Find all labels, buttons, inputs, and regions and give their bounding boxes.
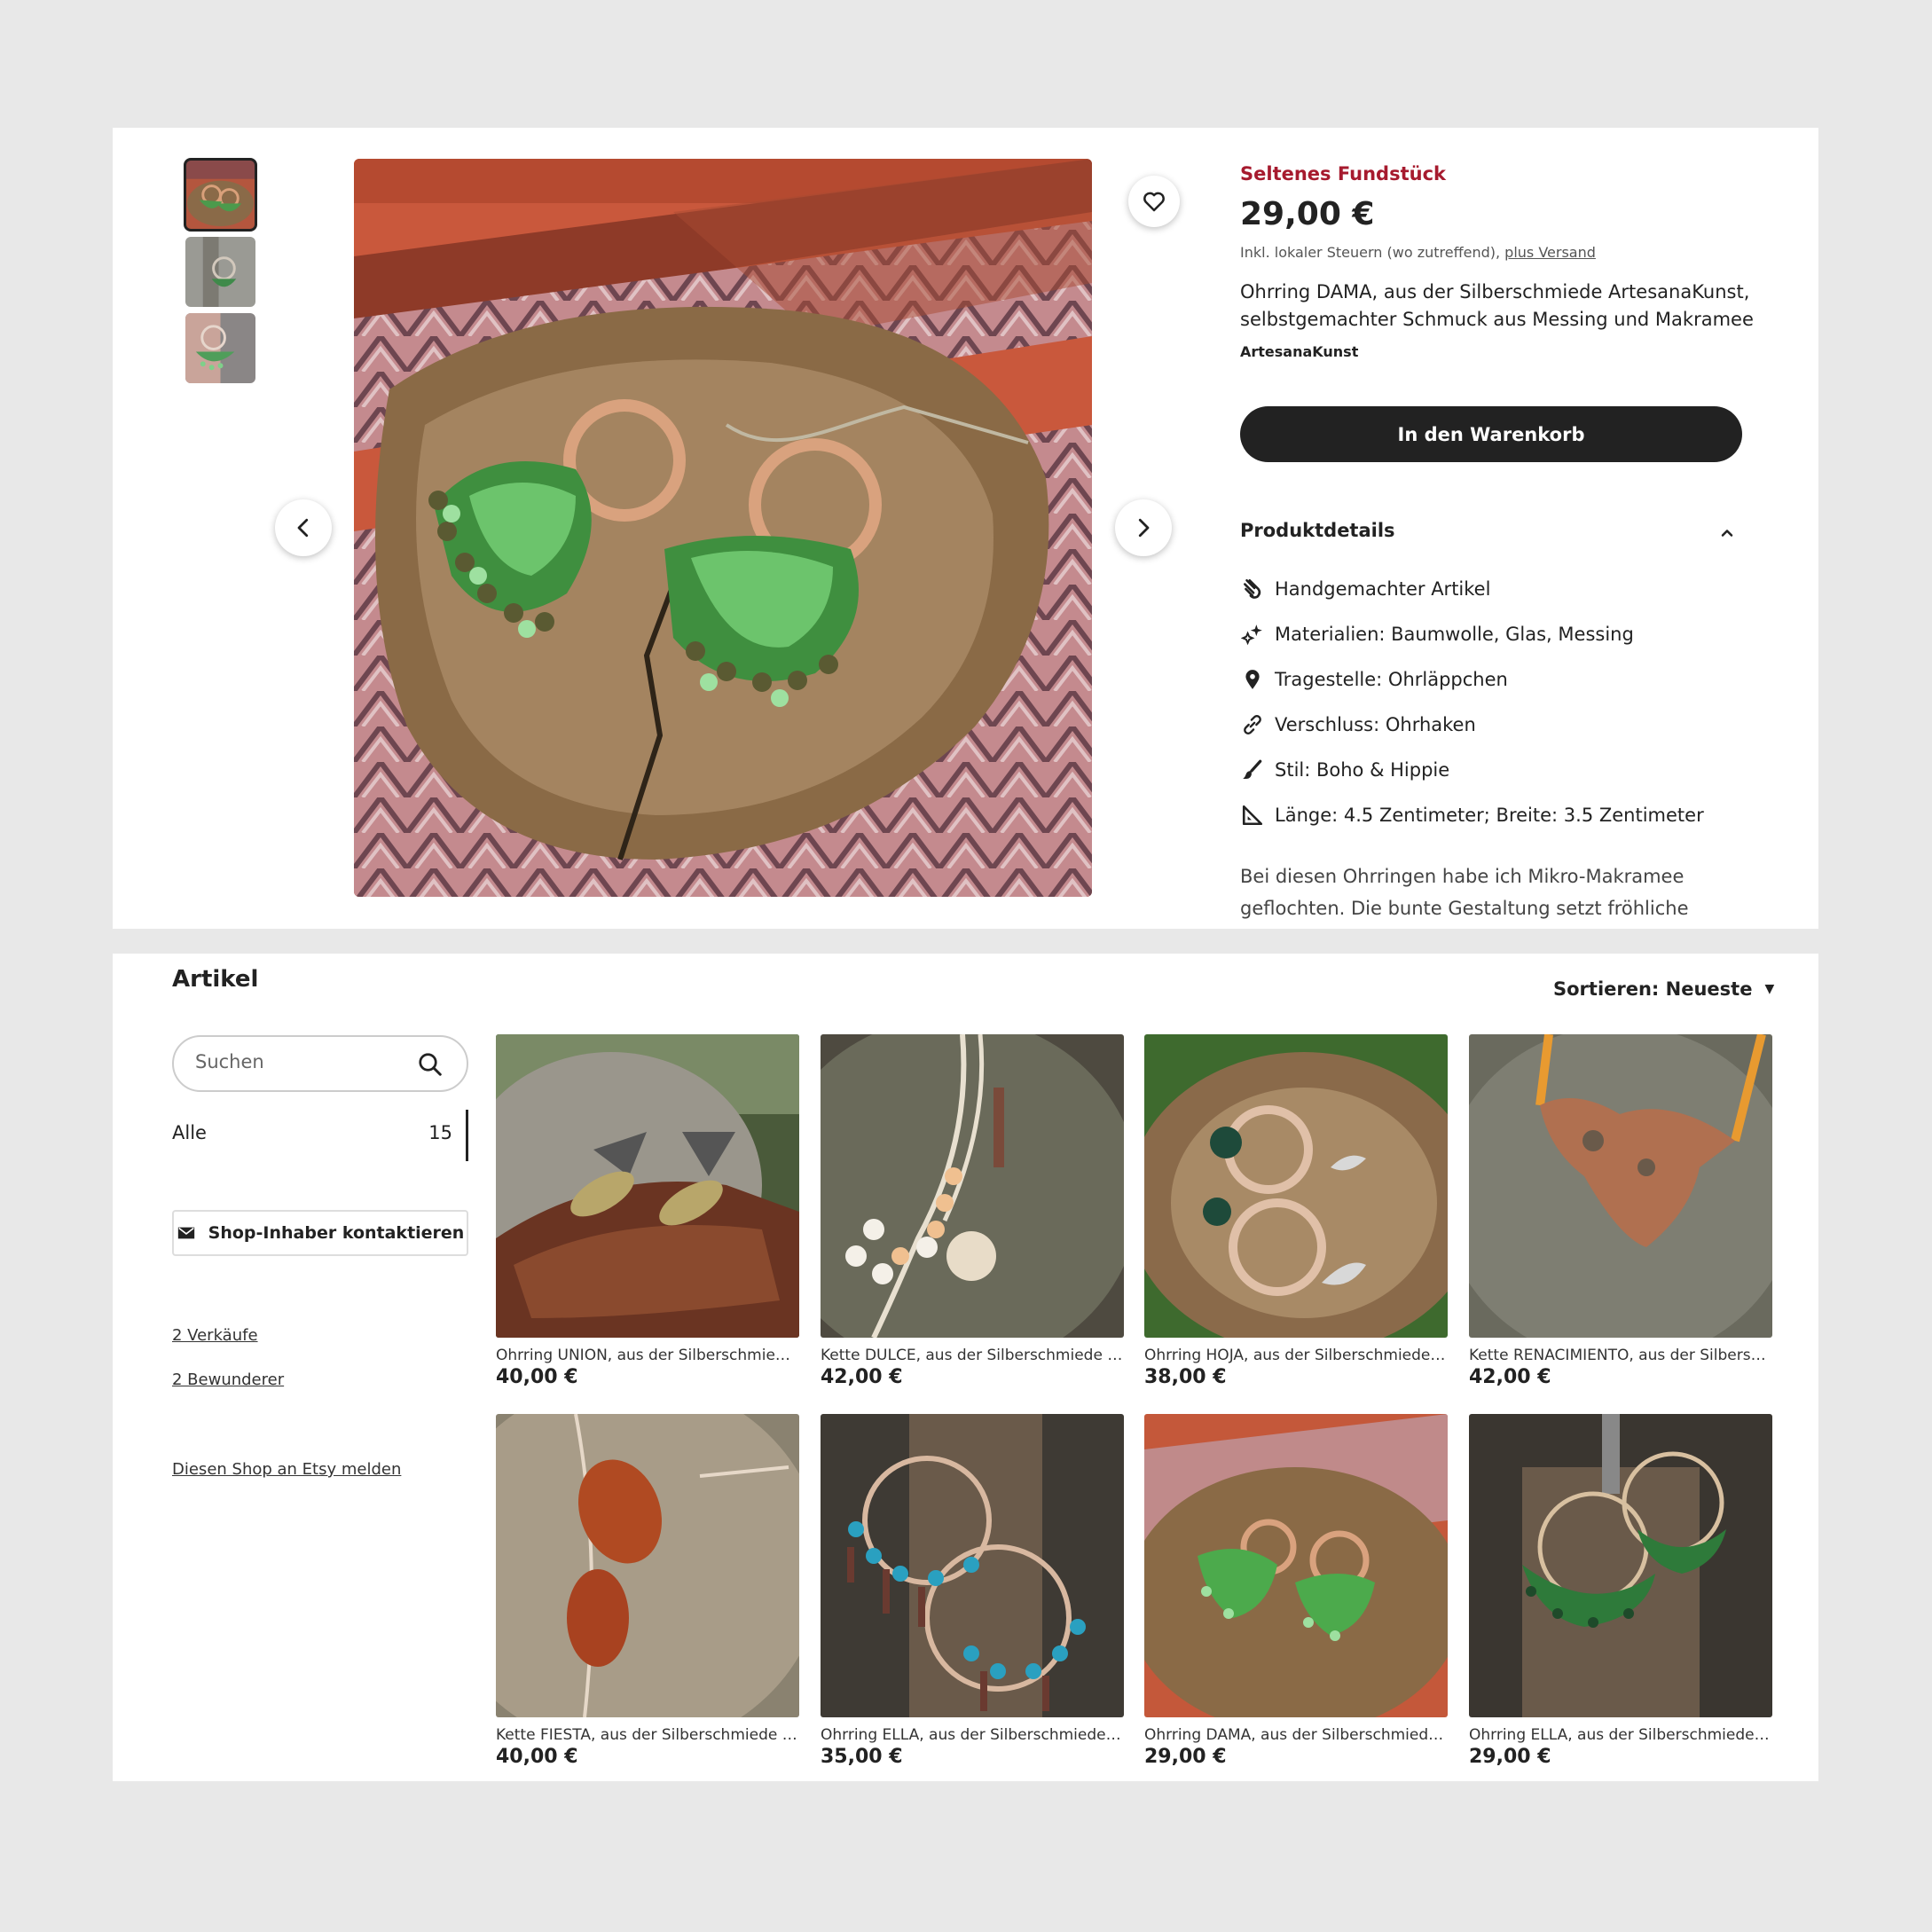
product-card[interactable]: Ohrring ELLA, aus der Silberschmiede Art… [1469,1414,1772,1768]
product-details-toggle[interactable]: Produktdetails [1240,520,1742,541]
detail-dimensions: Länge: 4.5 Zentimeter; Breite: 3.5 Zenti… [1240,803,1704,828]
product-image[interactable] [1144,1034,1448,1338]
detail-placement-text: Tragestelle: Ohrläppchen [1275,669,1508,690]
product-image[interactable] [1469,1034,1772,1338]
detail-closure: Verschluss: Ohrhaken [1240,712,1476,737]
product-card[interactable]: Ohrring ELLA, aus der Silberschmiede Art… [821,1414,1124,1768]
tax-note: Inkl. lokaler Steuern (wo zutreffend), p… [1240,244,1596,261]
product-price: 29,00 € [1469,1746,1551,1768]
thumbnail-1-image [185,160,255,230]
detail-materials-text: Materialien: Baumwolle, Glas, Messing [1275,624,1634,645]
listing-title: Ohrring DAMA, aus der Silberschmiede Art… [1240,281,1754,330]
sort-dropdown[interactable]: Sortieren: Neueste ▼ [1553,978,1774,1000]
contact-button-label: Shop-Inhaber kontaktieren [208,1223,465,1243]
admirers-link[interactable]: 2 Bewunderer [172,1370,284,1389]
thumbnail-1[interactable] [184,158,257,232]
product-name[interactable]: Kette FIESTA, aus der Silberschmiede Art… [496,1726,799,1744]
selected-indicator [466,1110,468,1161]
contact-shop-owner-button[interactable]: Shop-Inhaber kontaktieren [172,1210,468,1256]
product-image[interactable] [821,1034,1124,1338]
detail-dimensions-text: Länge: 4.5 Zentimeter; Breite: 3.5 Zenti… [1275,805,1704,826]
main-product-image [354,159,1092,897]
filter-all-label: Alle [172,1122,207,1143]
next-image-button[interactable] [1115,499,1172,556]
link-chain-icon [1240,712,1265,737]
product-name[interactable]: Ohrring HOJA, aus der Silberschmiede Art… [1144,1347,1448,1364]
product-name[interactable]: Ohrring ELLA, aus der Silberschmiede Art… [821,1726,1124,1744]
shop-search [172,1035,468,1092]
main-product-photo[interactable] [354,159,1092,897]
chevron-up-icon[interactable] [1718,524,1736,542]
product-price: 38,00 € [1144,1366,1227,1388]
product-image[interactable] [496,1414,799,1717]
product-price: 42,00 € [1469,1366,1551,1388]
thumbnail-3-image [185,313,255,383]
product-card[interactable]: Kette FIESTA, aus der Silberschmiede Art… [496,1414,799,1768]
thumbnail-2[interactable] [185,237,255,307]
product-image[interactable] [1469,1414,1772,1717]
search-icon[interactable] [417,1051,444,1078]
listing-price: 29,00 € [1240,196,1375,232]
product-name[interactable]: Ohrring UNION, aus der Silberschmiede Ar… [496,1347,799,1364]
detail-placement: Tragestelle: Ohrläppchen [1240,667,1508,692]
detail-style: Stil: Boho & Hippie [1240,758,1449,782]
chevron-left-icon [297,518,309,538]
listing-description: Bei diesen Ohrringen habe ich Mikro-Makr… [1240,866,1689,919]
envelope-icon [177,1227,194,1239]
product-price: 29,00 € [1144,1746,1227,1768]
product-image[interactable] [821,1414,1124,1717]
product-name[interactable]: Kette DULCE, aus der Silberschmiede Arte… [821,1347,1124,1364]
chevron-right-icon [1138,518,1150,538]
product-image[interactable] [1144,1414,1448,1717]
listing-card: Seltenes Fundstück 29,00 € Inkl. lokaler… [113,128,1818,929]
materials-sparkle-icon [1240,622,1265,647]
category-filter-all[interactable]: Alle 15 [172,1110,468,1161]
sales-link[interactable]: 2 Verkäufe [172,1326,258,1345]
heart-icon [1143,192,1165,212]
paintbrush-icon [1240,758,1265,782]
detail-materials: Materialien: Baumwolle, Glas, Messing [1240,622,1634,647]
detail-handmade: Handgemachter Artikel [1240,577,1490,601]
shop-name-link[interactable]: ArtesanaKunst [1240,343,1358,360]
product-price: 40,00 € [496,1366,578,1388]
product-card[interactable]: Kette RENACIMIENTO, aus der Silberschmie… [1469,1034,1772,1388]
product-card[interactable]: Ohrring DAMA, aus der Silberschmiede Art… [1144,1414,1448,1768]
thumbnail-2-image [185,237,255,307]
add-to-cart-button[interactable]: In den Warenkorb [1240,406,1742,462]
detail-style-text: Stil: Boho & Hippie [1275,759,1450,781]
shop-items-card: Artikel Sortieren: Neueste ▼ Alle 15 Shop… [113,954,1818,1781]
filter-all-count: 15 [428,1122,452,1143]
rare-find-badge: Seltenes Fundstück [1240,163,1446,185]
sort-label: Sortieren: Neueste [1553,978,1753,1000]
product-price: 40,00 € [496,1746,578,1768]
product-price: 42,00 € [821,1366,903,1388]
product-card[interactable]: Kette DULCE, aus der Silberschmiede Arte… [821,1034,1124,1388]
location-pin-icon [1240,667,1265,692]
product-card[interactable]: Ohrring HOJA, aus der Silberschmiede Art… [1144,1034,1448,1388]
previous-image-button[interactable] [275,499,332,556]
detail-handmade-text: Handgemachter Artikel [1275,578,1491,600]
favorite-button[interactable] [1128,176,1180,227]
items-heading: Artikel [172,966,259,993]
report-shop-link[interactable]: Diesen Shop an Etsy melden [172,1460,401,1479]
product-price: 35,00 € [821,1746,903,1768]
product-name[interactable]: Ohrring ELLA, aus der Silberschmiede Art… [1469,1726,1772,1744]
shipping-link[interactable]: plus Versand [1504,244,1596,261]
caret-down-icon: ▼ [1764,982,1775,996]
detail-closure-text: Verschluss: Ohrhaken [1275,714,1476,735]
ruler-triangle-icon [1240,803,1265,828]
product-image[interactable] [496,1034,799,1338]
tax-note-text: Inkl. lokaler Steuern (wo zutreffend), [1240,244,1505,261]
handmade-icon [1240,577,1265,601]
product-name[interactable]: Ohrring DAMA, aus der Silberschmiede Art… [1144,1726,1448,1744]
product-name[interactable]: Kette RENACIMIENTO, aus der Silberschmie… [1469,1347,1772,1364]
product-card[interactable]: Ohrring UNION, aus der Silberschmiede Ar… [496,1034,799,1388]
thumbnail-3[interactable] [185,313,255,383]
search-input[interactable] [195,1051,408,1072]
